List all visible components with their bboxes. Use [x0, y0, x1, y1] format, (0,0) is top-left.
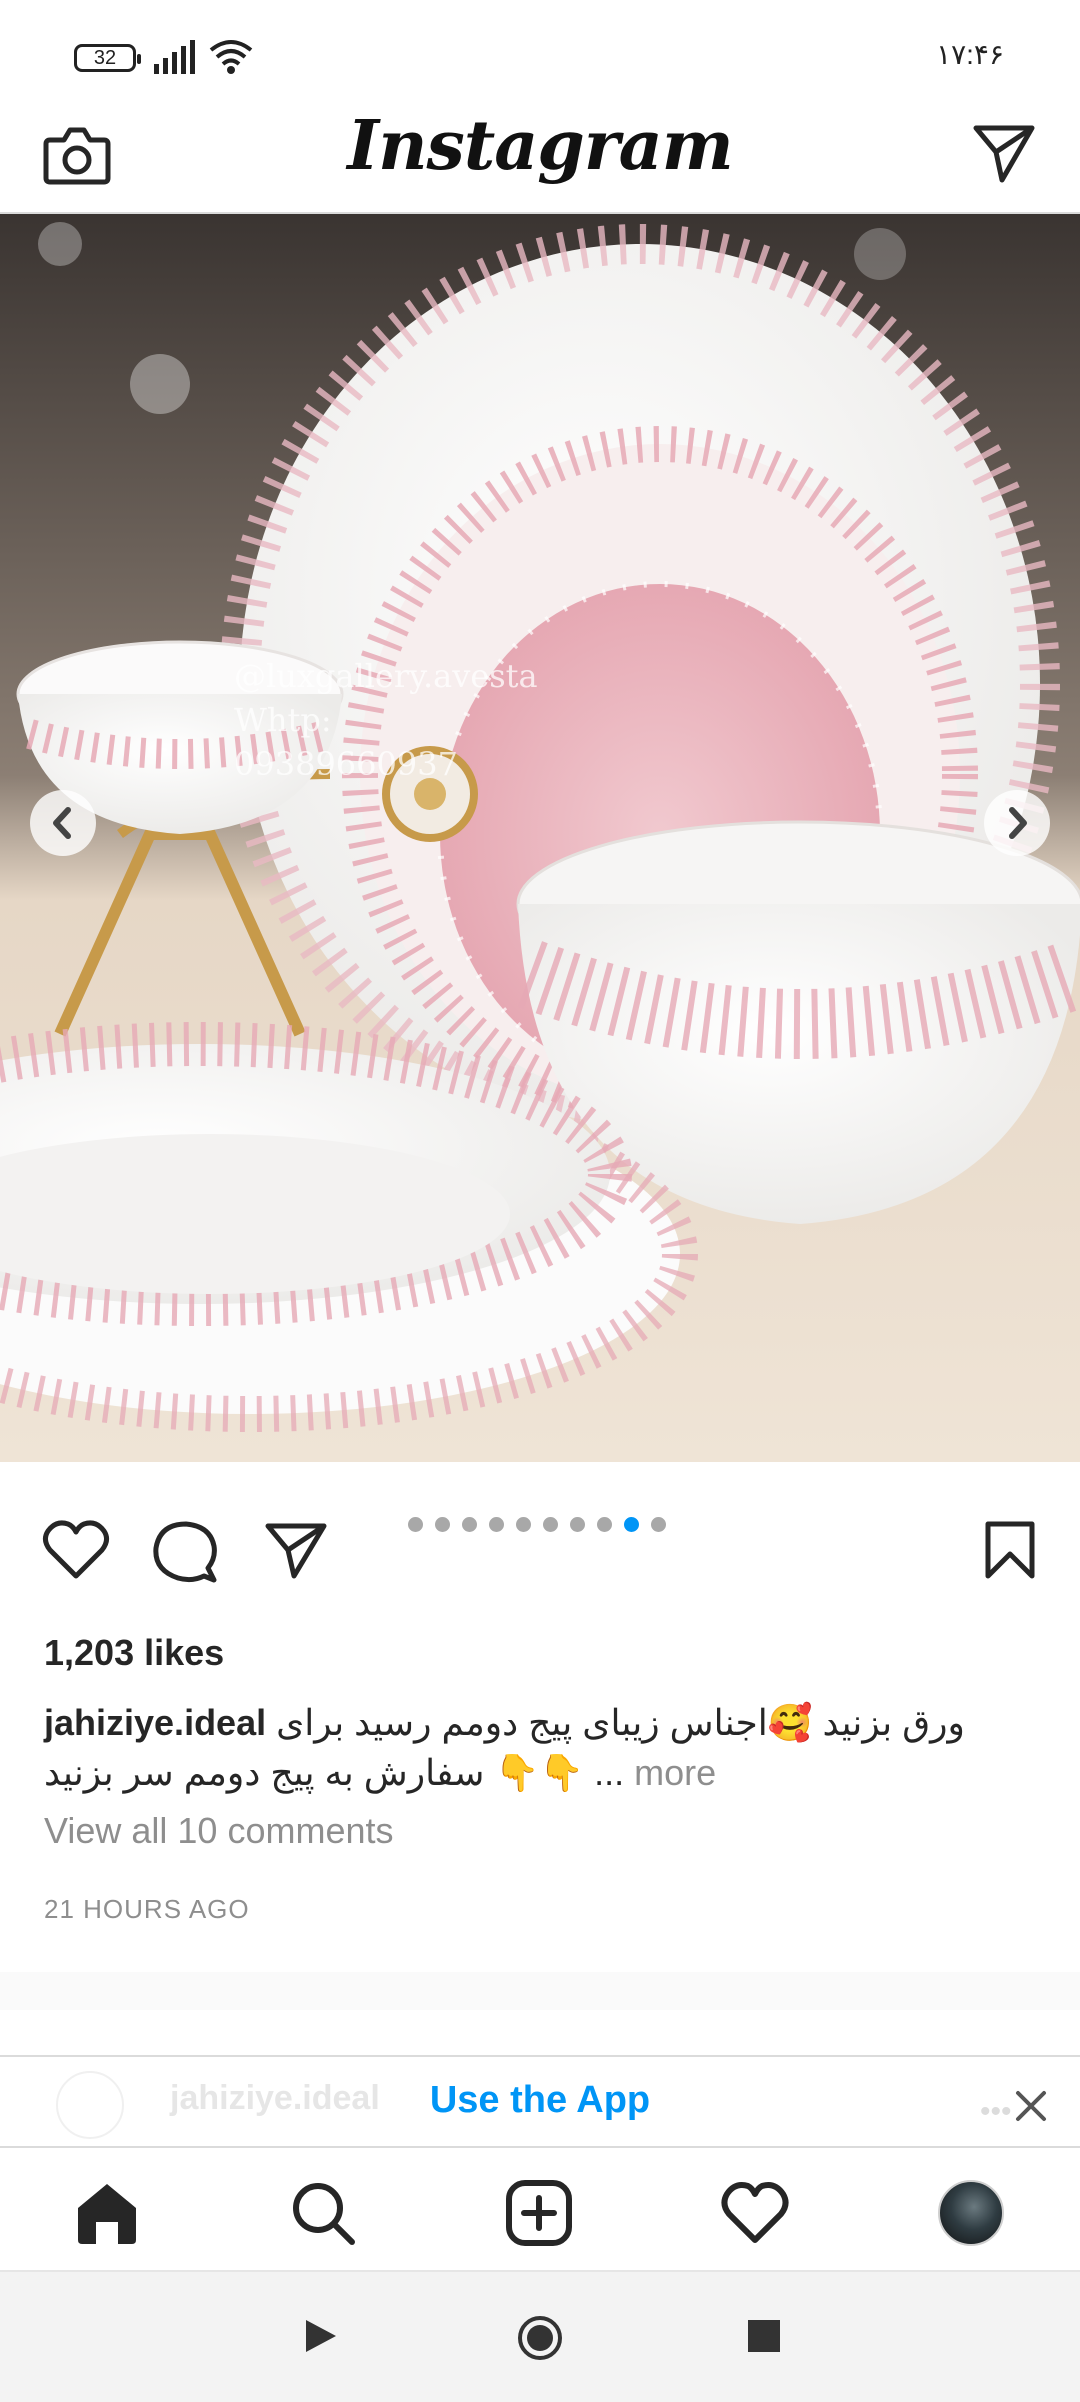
chevron-right-icon	[1009, 807, 1027, 839]
tableware-photo	[0, 214, 1080, 1462]
share-icon[interactable]	[264, 1520, 328, 1580]
feed-separator	[0, 1972, 1080, 2010]
more-options-icon[interactable]: •••	[980, 2095, 1012, 2129]
post-caption: jahiziye.ideal ورق بزنید 🥰اجناس زیبای پیج…	[44, 1698, 1034, 1798]
post-timestamp: 21 HOURS AGO	[44, 1894, 250, 1924]
carousel-dot	[408, 1517, 423, 1533]
carousel-prev-button[interactable]	[30, 790, 96, 856]
status-bar: 32 ۱۷:۴۶	[0, 0, 1080, 100]
carousel-dot	[570, 1517, 585, 1533]
post-action-row	[0, 1462, 1080, 1612]
heart-icon[interactable]	[42, 1520, 110, 1580]
post-image[interactable]: @luxgallery.avesta Whtp: 09389660937	[0, 214, 1080, 1462]
use-the-app-link[interactable]: Use the App	[0, 2079, 1080, 2122]
carousel-dot	[543, 1517, 558, 1533]
signal-icon	[154, 40, 195, 74]
watermark-label: Whtp:	[234, 701, 332, 739]
like-count[interactable]: 1,203 likes	[44, 1632, 224, 1674]
top-nav: Instagram	[0, 100, 1080, 214]
home-icon[interactable]	[72, 2178, 142, 2248]
carousel-dot	[651, 1517, 666, 1533]
search-icon[interactable]	[288, 2178, 358, 2248]
caption-text-2: سفارش به پیج دومم سر بزنید 👇👇 ...	[44, 1752, 625, 1793]
carousel-dot	[624, 1517, 639, 1533]
bookmark-icon[interactable]	[982, 1520, 1038, 1580]
view-all-comments-link[interactable]: View all 10 comments	[44, 1810, 394, 1852]
carousel-dot	[462, 1517, 477, 1533]
chevron-left-icon	[53, 807, 71, 839]
create-icon[interactable]	[504, 2178, 574, 2248]
comment-icon[interactable]	[152, 1520, 218, 1584]
watermark-phone: 09389660937	[234, 745, 458, 783]
carousel-next-button[interactable]	[984, 790, 1050, 856]
direct-message-icon[interactable]	[972, 122, 1036, 184]
recents-square-icon[interactable]	[746, 2318, 782, 2354]
next-post-header: jahiziye.ideal Use the App •••	[0, 2055, 1080, 2147]
caption-more-link[interactable]: more	[634, 1752, 716, 1793]
carousel-dot	[435, 1517, 450, 1533]
back-triangle-icon[interactable]	[300, 2316, 340, 2356]
bottom-nav	[0, 2146, 1080, 2270]
status-clock: ۱۷:۴۶	[936, 39, 1004, 70]
battery-icon: 32	[74, 44, 141, 72]
post-watermark: @luxgallery.avesta Whtp: 09389660937	[234, 654, 538, 786]
watermark-handle: @luxgallery.avesta	[234, 657, 538, 695]
caption-line-1: jahiziye.ideal ورق بزنید 🥰اجناس زیبای پیج…	[44, 1698, 1034, 1748]
carousel-dot	[489, 1517, 504, 1533]
activity-heart-icon[interactable]	[720, 2178, 790, 2248]
carousel-dot	[597, 1517, 612, 1533]
wifi-icon	[209, 40, 253, 74]
caption-line-2: سفارش به پیج دومم سر بزنید 👇👇 ... more	[44, 1748, 1034, 1798]
profile-avatar[interactable]	[938, 2180, 1004, 2246]
system-nav-bar	[0, 2270, 1080, 2402]
caption-text-1: ورق بزنید 🥰اجناس زیبای پیج دومم رسید برا…	[276, 1702, 965, 1743]
home-circle-icon[interactable]	[516, 2314, 564, 2362]
close-icon[interactable]	[1014, 2089, 1048, 2123]
instagram-logo[interactable]: Instagram	[0, 106, 1080, 186]
carousel-indicator	[408, 1516, 678, 1536]
caption-username[interactable]: jahiziye.ideal	[44, 1702, 266, 1743]
carousel-dot	[516, 1517, 531, 1533]
